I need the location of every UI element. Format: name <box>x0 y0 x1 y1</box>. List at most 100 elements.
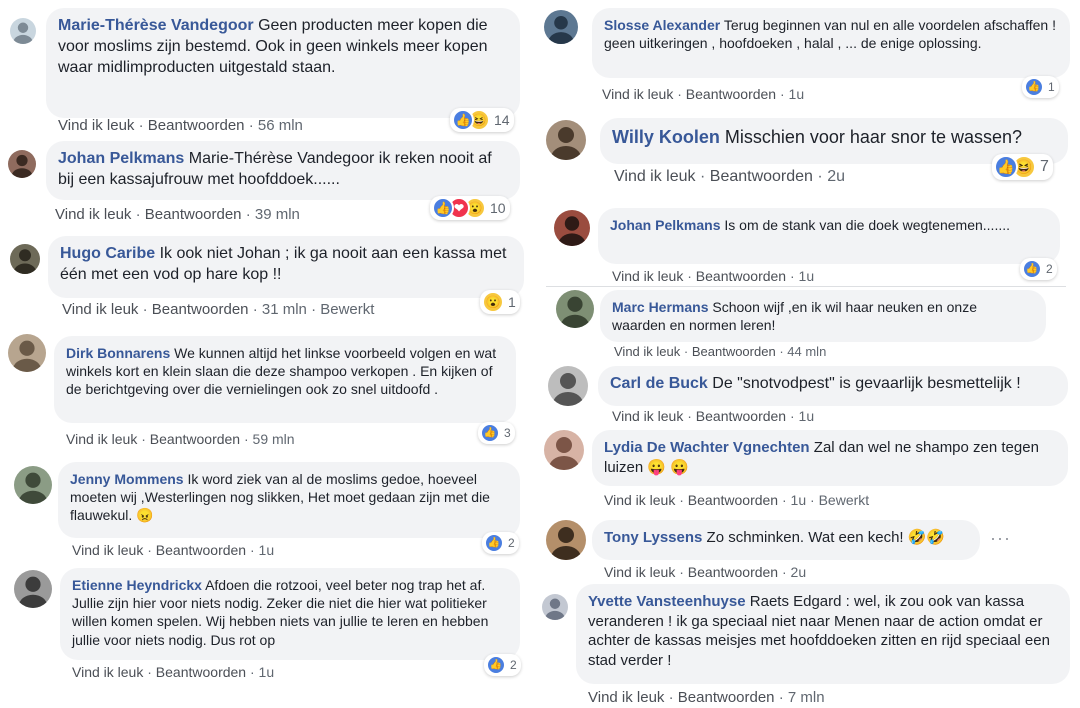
comment-emoji: 🤣🤣 <box>907 529 946 546</box>
like-link[interactable]: Vind ik leuk <box>62 301 138 318</box>
commenter-name[interactable]: Dirk Bonnarens <box>66 345 170 361</box>
separator-dot: · <box>687 268 692 284</box>
reply-link[interactable]: Beantwoorden <box>678 689 775 706</box>
separator-dot: · <box>249 542 255 558</box>
separator-dot: · <box>248 117 254 134</box>
avatar[interactable] <box>542 594 568 620</box>
comment-timestamp[interactable]: 1u <box>259 664 275 680</box>
reply-link[interactable]: Beantwoorden <box>710 168 813 185</box>
avatar[interactable] <box>546 120 586 160</box>
avatar[interactable] <box>14 570 52 608</box>
commenter-name[interactable]: Johan Pelkmans <box>610 217 721 233</box>
avatar[interactable] <box>554 210 590 246</box>
like-link[interactable]: Vind ik leuk <box>612 408 683 424</box>
commenter-name[interactable]: Yvette Vansteenhuyse <box>588 593 746 610</box>
reply-link[interactable]: Beantwoorden <box>148 117 245 134</box>
comment-timestamp[interactable]: 31 mln <box>262 301 307 318</box>
reply-link[interactable]: Beantwoorden <box>156 542 246 558</box>
like-reaction-icon: 👍 <box>1024 77 1044 97</box>
avatar[interactable] <box>556 290 594 328</box>
avatar[interactable] <box>10 18 36 44</box>
reply-link[interactable]: Beantwoorden <box>688 492 778 508</box>
separator-dot: · <box>142 301 148 318</box>
commenter-name[interactable]: Etienne Heyndrickx <box>72 577 202 593</box>
reaction-summary[interactable]: 😮 1 <box>480 290 520 314</box>
comment-bubble: Slosse Alexander Terug beginnen van nul … <box>592 8 1070 78</box>
comment-timestamp[interactable]: 1u <box>789 86 805 102</box>
comment-timestamp[interactable]: 7 mln <box>788 689 825 706</box>
commenter-name[interactable]: Hugo Caribe <box>60 245 155 262</box>
comment-timestamp[interactable]: 56 mln <box>258 117 303 134</box>
reply-link[interactable]: Beantwoorden <box>156 664 246 680</box>
reply-link[interactable]: Beantwoorden <box>152 301 249 318</box>
comment-text: Misschien voor haar snor te wassen? <box>724 127 1022 147</box>
comment-timestamp[interactable]: 59 mln <box>253 431 295 447</box>
reaction-count: 1 <box>508 294 516 310</box>
reaction-summary[interactable]: 👍 2 <box>1020 258 1057 280</box>
reaction-summary[interactable]: 👍 2 <box>484 654 521 676</box>
comment-timestamp[interactable]: 44 mln <box>787 344 826 359</box>
like-link[interactable]: Vind ik leuk <box>55 206 131 223</box>
reaction-summary[interactable]: 👍 3 <box>478 422 515 444</box>
avatar[interactable] <box>8 334 46 372</box>
like-link[interactable]: Vind ik leuk <box>604 564 675 580</box>
comment-bubble: Jenny Mommens Ik word ziek van al de mos… <box>58 462 520 538</box>
reaction-summary[interactable]: 👍 ❤ 😮 10 <box>430 196 510 220</box>
reaction-summary[interactable]: 👍 😆 7 <box>992 154 1053 180</box>
like-link[interactable]: Vind ik leuk <box>604 492 675 508</box>
edited-label[interactable]: Bewerkt <box>819 492 870 508</box>
avatar[interactable] <box>544 430 584 470</box>
reply-link[interactable]: Beantwoorden <box>688 564 778 580</box>
avatar[interactable] <box>14 466 52 504</box>
comment-timestamp[interactable]: 2u <box>791 564 807 580</box>
avatar[interactable] <box>548 366 588 406</box>
avatar[interactable] <box>8 150 36 178</box>
reaction-count: 7 <box>1040 158 1049 175</box>
more-options-icon[interactable]: ··· <box>990 528 1011 549</box>
edited-label[interactable]: Bewerkt <box>320 301 374 318</box>
like-link[interactable]: Vind ik leuk <box>588 689 664 706</box>
reaction-summary[interactable]: 👍 2 <box>482 532 519 554</box>
comment-timestamp[interactable]: 2u <box>827 168 845 185</box>
reply-link[interactable]: Beantwoorden <box>696 268 786 284</box>
reply-link[interactable]: Beantwoorden <box>686 86 776 102</box>
commenter-name[interactable]: Marc Hermans <box>612 299 709 315</box>
commenter-name[interactable]: Willy Koolen <box>612 127 720 147</box>
commenter-name[interactable]: Marie-Thérèse Vandegoor <box>58 17 254 34</box>
like-link[interactable]: Vind ik leuk <box>602 86 673 102</box>
avatar[interactable] <box>10 244 40 274</box>
comment-text: Zo schminken. Wat een kech! <box>706 529 904 546</box>
commenter-name[interactable]: Johan Pelkmans <box>58 150 184 167</box>
comment-timestamp[interactable]: 1u <box>791 492 807 508</box>
like-link[interactable]: Vind ik leuk <box>614 168 696 185</box>
avatar[interactable] <box>546 520 586 560</box>
commenter-name[interactable]: Lydia De Wachter Vgnechten <box>604 439 810 456</box>
comment-timestamp[interactable]: 1u <box>259 542 275 558</box>
comments-column-left: Marie-Thérèse Vandegoor Geen producten m… <box>0 0 540 708</box>
separator-dot: · <box>141 431 146 447</box>
separator-dot: · <box>687 408 692 424</box>
commenter-name[interactable]: Jenny Mommens <box>70 471 184 487</box>
reply-link[interactable]: Beantwoorden <box>696 408 786 424</box>
comment-timestamp[interactable]: 1u <box>799 408 815 424</box>
like-link[interactable]: Vind ik leuk <box>614 344 680 359</box>
reply-link[interactable]: Beantwoorden <box>692 344 776 359</box>
like-link[interactable]: Vind ik leuk <box>612 268 683 284</box>
like-link[interactable]: Vind ik leuk <box>58 117 134 134</box>
like-link[interactable]: Vind ik leuk <box>72 664 143 680</box>
like-reaction-icon: 👍 <box>1022 259 1042 279</box>
reply-link[interactable]: Beantwoorden <box>145 206 242 223</box>
avatar[interactable] <box>544 10 578 44</box>
reaction-summary[interactable]: 👍 😆 14 <box>450 108 514 132</box>
separator-dot: · <box>245 206 251 223</box>
comment-timestamp[interactable]: 39 mln <box>255 206 300 223</box>
reply-link[interactable]: Beantwoorden <box>150 431 240 447</box>
comment-timestamp[interactable]: 1u <box>799 268 815 284</box>
reaction-summary[interactable]: 👍 1 <box>1022 76 1059 98</box>
commenter-name[interactable]: Slosse Alexander <box>604 17 720 33</box>
commenter-name[interactable]: Carl de Buck <box>610 375 708 392</box>
separator-dot: · <box>138 117 144 134</box>
like-link[interactable]: Vind ik leuk <box>72 542 143 558</box>
like-link[interactable]: Vind ik leuk <box>66 431 137 447</box>
commenter-name[interactable]: Tony Lyssens <box>604 529 702 546</box>
